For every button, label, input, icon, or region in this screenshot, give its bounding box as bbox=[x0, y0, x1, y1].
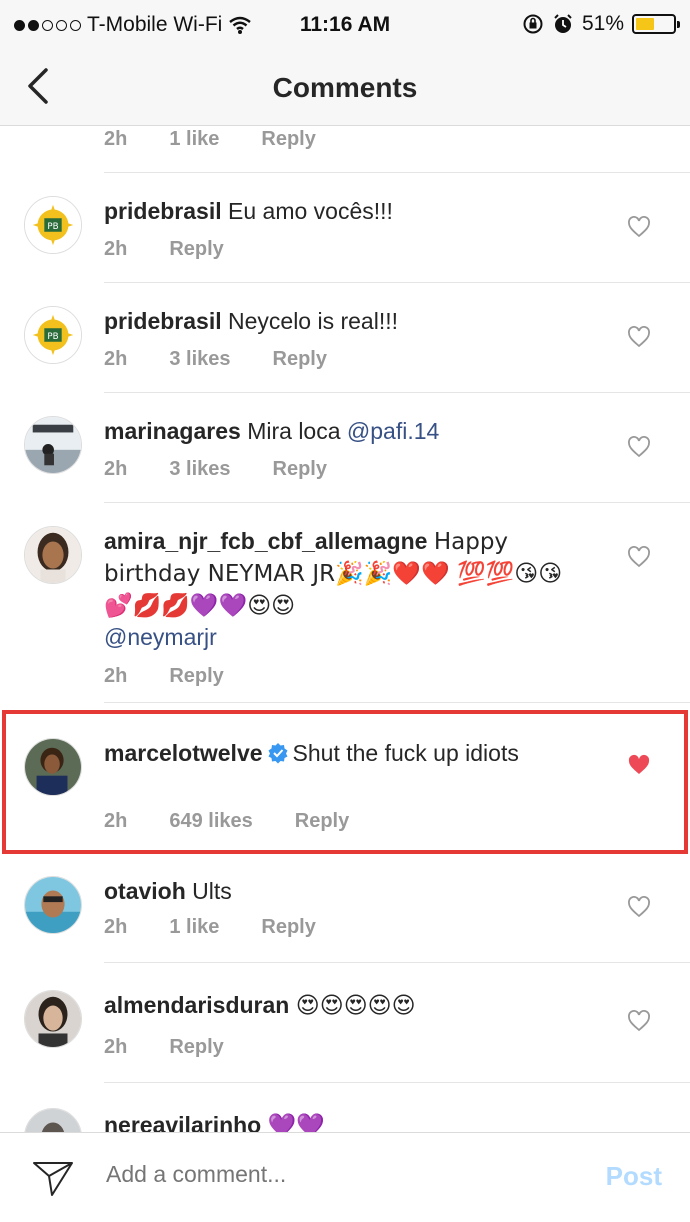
comment-time: 2h bbox=[104, 1036, 128, 1058]
divider bbox=[104, 502, 690, 503]
comment-text: otavioh Ults bbox=[104, 876, 574, 907]
avatar[interactable] bbox=[24, 1108, 82, 1132]
comment-body: Neycelo is real!!! bbox=[228, 308, 399, 334]
heart-outline-icon[interactable] bbox=[627, 896, 651, 918]
divider bbox=[104, 172, 690, 173]
avatar[interactable]: PB bbox=[24, 306, 82, 364]
orientation-lock-icon bbox=[523, 14, 543, 34]
comment-username[interactable]: almendarisduran bbox=[104, 992, 289, 1018]
divider bbox=[104, 282, 690, 283]
divider bbox=[104, 392, 690, 393]
comment-text: almendarisduran 😍😍😍😍😍 bbox=[104, 990, 574, 1022]
comment-username[interactable]: marinagares bbox=[104, 418, 241, 444]
comment-likes[interactable]: 1 like bbox=[169, 916, 219, 939]
comments-list[interactable]: 2h 1 like Reply PB pridebrasil Eu amo vo… bbox=[0, 126, 690, 1132]
comment-time: 2h bbox=[104, 348, 128, 370]
avatar[interactable] bbox=[24, 876, 82, 934]
comment-text: nereavilarinho 💜💜 bbox=[104, 1110, 574, 1132]
post-button[interactable]: Post bbox=[606, 1161, 662, 1192]
comment-body: Mira loca bbox=[247, 418, 347, 444]
battery-icon bbox=[632, 14, 680, 34]
comment-username[interactable]: pridebrasil bbox=[104, 308, 222, 334]
comment-meta: 2h Reply bbox=[104, 665, 224, 688]
heart-outline-icon[interactable] bbox=[627, 1010, 651, 1032]
mention-link[interactable]: @pafi.14 bbox=[347, 418, 439, 444]
comment-meta: 2h Reply bbox=[104, 1036, 224, 1059]
comment-username[interactable]: amira_njr_fcb_cbf_allemagne bbox=[104, 528, 427, 554]
reply-button[interactable]: Reply bbox=[169, 665, 223, 688]
comment-username[interactable]: otavioh bbox=[104, 878, 186, 904]
comment-body: Ults bbox=[192, 878, 232, 904]
paper-plane-icon[interactable] bbox=[32, 1159, 74, 1199]
status-right: 51% bbox=[522, 12, 680, 36]
battery-percent: 51% bbox=[581, 12, 624, 35]
reply-button[interactable]: Reply bbox=[261, 916, 315, 939]
reply-button[interactable]: Reply bbox=[169, 238, 223, 261]
divider bbox=[104, 1082, 690, 1083]
heart-outline-icon[interactable] bbox=[627, 216, 651, 238]
divider bbox=[104, 702, 690, 703]
comment-likes[interactable]: 3 likes bbox=[169, 458, 230, 481]
reply-button[interactable]: Reply bbox=[169, 1036, 223, 1059]
comment-time: 2h bbox=[104, 916, 128, 938]
comment-time: 2h bbox=[104, 665, 128, 687]
avatar[interactable]: PB bbox=[24, 196, 82, 254]
comment-text: amira_njr_fcb_cbf_allemagne Happy birthd… bbox=[104, 526, 574, 653]
comment-body: 💜💜 bbox=[267, 1113, 325, 1132]
comment-input[interactable] bbox=[106, 1161, 566, 1188]
highlight-box bbox=[2, 710, 688, 854]
comment-composer: Post bbox=[0, 1132, 690, 1222]
reply-button[interactable]: Reply bbox=[261, 128, 315, 151]
svg-text:PB: PB bbox=[47, 332, 58, 342]
comment-text: pridebrasil Eu amo vocês!!! bbox=[104, 196, 574, 227]
avatar[interactable] bbox=[24, 416, 82, 474]
comment-username[interactable]: pridebrasil bbox=[104, 198, 222, 224]
comment-meta: 2h 1 like Reply bbox=[104, 916, 316, 939]
reply-button[interactable]: Reply bbox=[273, 458, 327, 481]
comment-time: 2h bbox=[104, 238, 128, 260]
mention-link[interactable]: @neymarjr bbox=[104, 624, 217, 650]
avatar[interactable] bbox=[24, 990, 82, 1048]
svg-text:PB: PB bbox=[47, 222, 58, 232]
comment-likes[interactable]: 3 likes bbox=[169, 348, 230, 371]
comment-body: 😍😍😍😍😍 bbox=[295, 993, 416, 1019]
comment-meta: 2h 3 likes Reply bbox=[104, 348, 327, 371]
comment-body: Eu amo vocês!!! bbox=[228, 198, 393, 224]
alarm-icon bbox=[554, 14, 572, 33]
comment-meta: 2h 3 likes Reply bbox=[104, 458, 327, 481]
comment-text: pridebrasil Neycelo is real!!! bbox=[104, 306, 574, 337]
status-bar: T-Mobile Wi-Fi 11:16 AM 51% bbox=[0, 0, 690, 52]
heart-outline-icon[interactable] bbox=[627, 326, 651, 348]
comment-text: marinagares Mira loca @pafi.14 bbox=[104, 416, 574, 447]
comment-time: 2h bbox=[104, 458, 128, 480]
comment-username[interactable]: nereavilarinho bbox=[104, 1112, 261, 1132]
divider bbox=[104, 962, 690, 963]
heart-outline-icon[interactable] bbox=[627, 436, 651, 458]
page-title: Comments bbox=[272, 72, 418, 103]
reply-button[interactable]: Reply bbox=[273, 348, 327, 371]
heart-outline-icon[interactable] bbox=[627, 546, 651, 568]
comment-likes[interactable]: 1 like bbox=[169, 128, 219, 151]
comment-meta: 2h Reply bbox=[104, 238, 224, 261]
comment-meta: 2h 1 like Reply bbox=[104, 128, 316, 151]
comment-time: 2h bbox=[104, 128, 128, 150]
header: Comments bbox=[0, 52, 690, 126]
avatar[interactable] bbox=[24, 526, 82, 584]
